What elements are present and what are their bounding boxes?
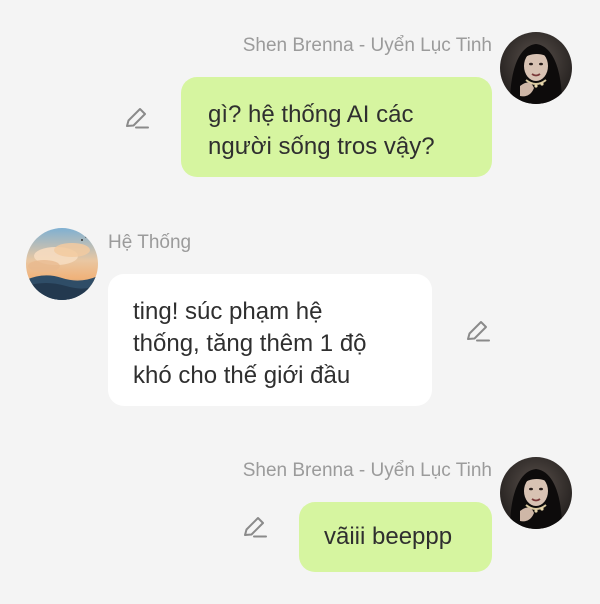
chat-window: Shen Brenna - Uyển Lục Tinh gì? hệ thống…	[0, 0, 600, 604]
edit-icon[interactable]	[240, 513, 268, 541]
avatar[interactable]	[500, 457, 572, 529]
message-row-3: Shen Brenna - Uyển Lục Tinh vãiii beeppp	[0, 0, 600, 604]
sender-name: Shen Brenna - Uyển Lục Tinh	[242, 460, 492, 481]
message-bubble[interactable]: vãiii beeppp	[299, 502, 492, 572]
message-text-line: vãiii beeppp	[324, 523, 453, 550]
girl-avatar-icon	[500, 457, 572, 529]
